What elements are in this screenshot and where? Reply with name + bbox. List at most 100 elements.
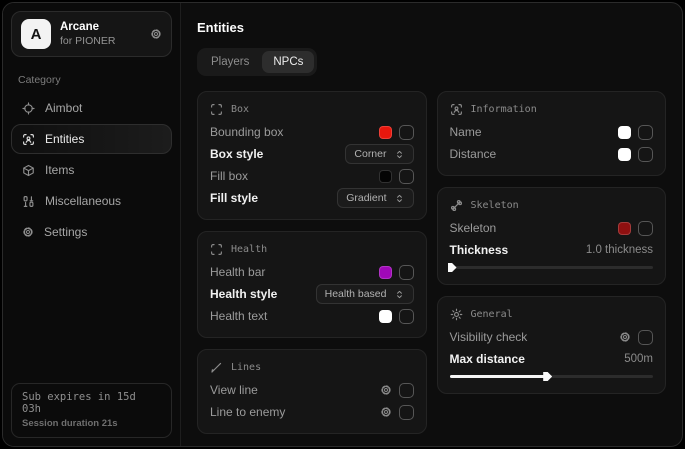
slider-thickness[interactable] (450, 262, 654, 272)
sidebar-nav: Aimbot Entities Items Miscellaneous Settings (11, 92, 172, 248)
sub-expiry-text: Sub expires in 15d 03h (22, 391, 161, 415)
color-swatch-bounding-box[interactable] (379, 126, 392, 139)
sidebar-item-aimbot[interactable]: Aimbot (11, 93, 172, 123)
gear-icon[interactable] (380, 384, 392, 396)
setting-row-visibility-check: Visibility check (450, 326, 654, 348)
sidebar-header: A Arcane for PIONER (11, 11, 172, 57)
slider-handle[interactable] (543, 372, 552, 381)
card-health: Health Health bar Health style Health based… (197, 231, 427, 338)
card-title: Information (471, 104, 537, 115)
checkbox-health-text[interactable] (399, 309, 414, 324)
sidebar-item-miscellaneous[interactable]: Miscellaneous (11, 186, 172, 216)
checkbox-distance[interactable] (638, 147, 653, 162)
sidebar-item-label: Aimbot (45, 101, 82, 115)
checkbox-skeleton[interactable] (638, 221, 653, 236)
checkbox-name[interactable] (638, 125, 653, 140)
setting-label: Visibility check (450, 330, 613, 344)
setting-label: Fill style (210, 191, 330, 205)
main-panel: Entities PlayersNPCs BoxBounding boxBox … (181, 3, 682, 446)
card-lines: LinesView lineLine to enemy (197, 349, 427, 434)
checkbox-line-to-enemy[interactable] (399, 405, 414, 420)
crosshair-icon (22, 102, 35, 115)
package-icon (22, 164, 35, 177)
card-general: GeneralVisibility checkMax distance500m (437, 296, 667, 394)
checkbox-bounding-box[interactable] (399, 125, 414, 140)
left-column: BoxBounding boxBox styleCornerFill boxFi… (197, 91, 427, 434)
setting-label: Skeleton (450, 221, 612, 235)
select-value: Gradient (346, 192, 386, 204)
sidebar-item-settings[interactable]: Settings (11, 217, 172, 247)
setting-row-health-style: Health style Health based (210, 283, 414, 305)
setting-label: Health style (210, 287, 309, 301)
card-title: Health (231, 244, 267, 255)
page-title: Entities (197, 20, 666, 35)
checkbox-fill-box[interactable] (399, 169, 414, 184)
setting-label: Max distance (450, 352, 618, 366)
color-swatch-name[interactable] (618, 126, 631, 139)
card-header-information: Information (450, 103, 654, 116)
color-swatch-skeleton[interactable] (618, 222, 631, 235)
slider-max-distance[interactable] (450, 371, 654, 381)
setting-label: Health text (210, 309, 372, 323)
setting-row-thickness: Thickness1.0 thickness (450, 239, 654, 261)
setting-label: Bounding box (210, 125, 372, 139)
sidebar-item-label: Settings (44, 225, 87, 239)
card-title: Box (231, 104, 249, 115)
slider-track (450, 266, 654, 269)
color-swatch-fill-box[interactable] (379, 170, 392, 183)
select-value: Health based (325, 288, 387, 300)
setting-label: Name (450, 125, 612, 139)
card-header-health: Health (210, 243, 414, 256)
app-meta: Arcane for PIONER (60, 20, 141, 48)
color-swatch-health-bar[interactable] (379, 266, 392, 279)
tab-npcs[interactable]: NPCs (262, 51, 314, 73)
slider-handle[interactable] (448, 263, 457, 272)
session-duration-text: Session duration 21s (22, 418, 161, 429)
setting-row-skeleton: Skeleton (450, 217, 654, 239)
gear-icon[interactable] (150, 28, 162, 40)
sidebar-item-label: Miscellaneous (45, 194, 121, 208)
right-column: InformationNameDistanceSkeletonSkeletonT… (437, 91, 667, 394)
color-swatch-distance[interactable] (618, 148, 631, 161)
sidebar-item-items[interactable]: Items (11, 155, 172, 185)
bone-icon (450, 199, 463, 212)
card-header-skeleton: Skeleton (450, 199, 654, 212)
sidebar-item-label: Entities (45, 132, 84, 146)
setting-row-health-bar: Health bar (210, 261, 414, 283)
tab-players[interactable]: Players (200, 51, 260, 73)
checkbox-view-line[interactable] (399, 383, 414, 398)
sidebar-item-entities[interactable]: Entities (11, 124, 172, 154)
gear-icon[interactable] (380, 406, 392, 418)
tab-bar: PlayersNPCs (197, 48, 317, 76)
card-information: InformationNameDistance (437, 91, 667, 176)
subscription-info: Sub expires in 15d 03h Session duration … (11, 383, 172, 438)
app-subtitle: for PIONER (60, 35, 141, 48)
app-name: Arcane (60, 20, 141, 34)
select-fill-style[interactable]: Gradient (337, 188, 413, 208)
checkbox-health-bar[interactable] (399, 265, 414, 280)
select-value: Corner (354, 148, 386, 160)
checkbox-visibility-check[interactable] (638, 330, 653, 345)
slider-value-max-distance: 500m (624, 353, 653, 365)
setting-row-bounding-box: Bounding box (210, 121, 414, 143)
user-scan-icon (22, 133, 35, 146)
scan-icon (210, 103, 223, 116)
select-box-style[interactable]: Corner (345, 144, 413, 164)
card-header-box: Box (210, 103, 414, 116)
setting-label: Fill box (210, 169, 372, 183)
select-health-style[interactable]: Health based (316, 284, 414, 304)
card-title: Lines (231, 362, 261, 373)
sidebar-category-label: Category (18, 74, 165, 86)
card-skeleton: Skeleton Skeleton Thickness1.0 thickness (437, 187, 667, 285)
setting-label: Thickness (450, 243, 579, 257)
setting-row-max-distance: Max distance 500m (450, 348, 654, 370)
setting-label: Health bar (210, 265, 372, 279)
scan-icon (210, 243, 223, 256)
color-swatch-health-text[interactable] (379, 310, 392, 323)
card-box: BoxBounding boxBox styleCornerFill boxFi… (197, 91, 427, 220)
card-columns: BoxBounding boxBox styleCornerFill boxFi… (197, 91, 666, 434)
chevron-up-down-icon (394, 149, 405, 160)
gear-icon[interactable] (619, 331, 631, 343)
setting-row-fill-style: Fill style Gradient (210, 187, 414, 209)
chevron-up-down-icon (394, 193, 405, 204)
